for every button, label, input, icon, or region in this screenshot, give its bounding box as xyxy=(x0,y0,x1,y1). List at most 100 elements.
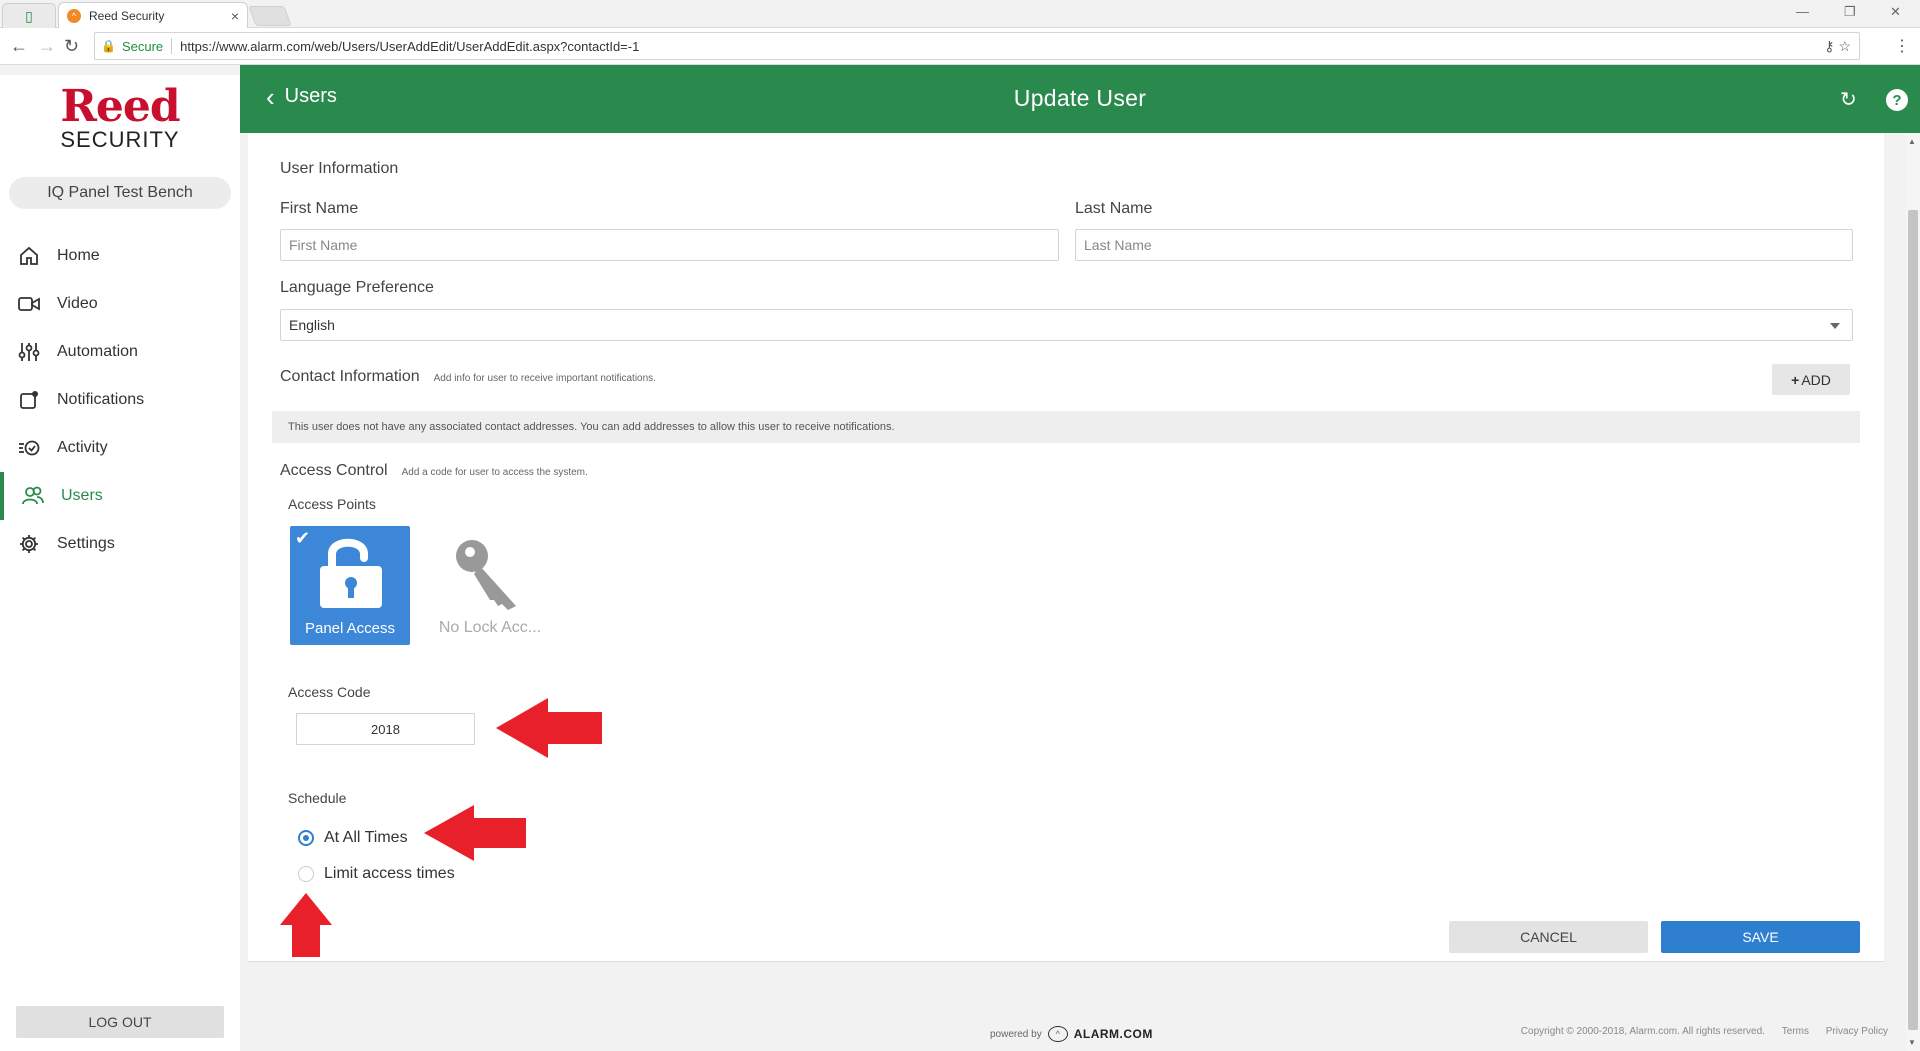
address-bar: ← → ↻ 🔒 Secure https://www.alarm.com/web… xyxy=(0,28,1920,65)
sidebar-item-activity[interactable]: Activity xyxy=(0,424,240,472)
access-code-field[interactable]: 2018 xyxy=(296,713,475,745)
language-label: Language Preference xyxy=(280,279,434,296)
privacy-link[interactable]: Privacy Policy xyxy=(1826,1026,1888,1037)
contact-subtitle: Add info for user to receive important n… xyxy=(433,373,656,384)
last-name-label: Last Name xyxy=(1075,200,1153,217)
browser-menu-icon[interactable]: ⋮ xyxy=(1894,36,1910,56)
scroll-up-icon[interactable]: ▲ xyxy=(1908,137,1916,146)
schedule-option-limit[interactable]: Limit access times xyxy=(298,865,455,883)
notifications-icon xyxy=(17,388,41,412)
forward-arrow-icon[interactable]: → xyxy=(38,36,56,57)
contact-title-text: Contact Information xyxy=(280,368,420,385)
users-icon xyxy=(21,484,45,508)
page-header: ‹ Users Update User ↻ ? xyxy=(240,65,1920,133)
schedule-option-label: At All Times xyxy=(324,829,408,846)
sidebar-item-label: Activity xyxy=(57,439,108,456)
url-text: https://www.alarm.com/web/Users/UserAddE… xyxy=(180,38,640,54)
browser-tab[interactable]: ^ Reed Security × xyxy=(58,2,248,28)
language-select[interactable]: English xyxy=(280,309,1853,341)
alarm-brand-text: ALARM.COM xyxy=(1073,1027,1153,1041)
radio-selected[interactable] xyxy=(298,830,314,846)
key-icon[interactable]: ⚷ ☆ xyxy=(1824,38,1851,55)
sidebar-item-settings[interactable]: Settings xyxy=(0,520,240,568)
annotation-arrow-up-icon xyxy=(280,893,332,957)
add-contact-button[interactable]: + ADD xyxy=(1772,364,1850,395)
activity-icon xyxy=(17,436,41,460)
contact-info-title: Contact Information Add info for user to … xyxy=(280,368,656,386)
sidebar-item-home[interactable]: Home xyxy=(0,232,240,280)
page-title: Update User xyxy=(1013,85,1147,111)
logo-security-text: SECURITY xyxy=(60,127,180,152)
contact-notice: This user does not have any associated c… xyxy=(272,411,1860,443)
add-label: ADD xyxy=(1801,371,1831,388)
footer-legal: Copyright © 2000-2018, Alarm.com. All ri… xyxy=(1521,1026,1888,1037)
alarm-logo-icon: ^ xyxy=(1047,1026,1068,1042)
app-tab-icon[interactable]: ▯ xyxy=(2,3,56,28)
reed-security-logo[interactable]: Reed SECURITY xyxy=(52,85,188,151)
save-button[interactable]: SAVE xyxy=(1661,921,1860,953)
plus-icon: + xyxy=(1791,371,1800,388)
new-tab-button[interactable] xyxy=(248,6,292,26)
annotation-arrow-left-icon xyxy=(496,698,602,758)
sidebar-item-notifications[interactable]: Notifications xyxy=(0,376,240,424)
minimize-icon[interactable]: — xyxy=(1796,4,1809,19)
refresh-icon[interactable]: ↻ xyxy=(1840,87,1857,112)
first-name-label: First Name xyxy=(280,200,359,217)
language-value: English xyxy=(289,317,335,333)
lock-icon: 🔒 xyxy=(101,39,116,53)
video-icon xyxy=(17,292,41,316)
window-close-icon[interactable]: ✕ xyxy=(1890,4,1901,20)
restore-icon[interactable]: ❐ xyxy=(1844,4,1856,20)
sidebar-item-label: Home xyxy=(57,247,100,264)
schedule-option-all-times[interactable]: At All Times xyxy=(298,829,408,847)
reload-icon[interactable]: ↻ xyxy=(64,36,79,57)
scroll-down-icon[interactable]: ▼ xyxy=(1908,1038,1916,1047)
first-name-field[interactable]: First Name xyxy=(280,229,1059,261)
logout-button[interactable]: LOG OUT xyxy=(16,1006,224,1038)
panel-selector[interactable]: IQ Panel Test Bench xyxy=(9,177,231,209)
sidebar: Reed SECURITY IQ Panel Test Bench Home V… xyxy=(0,75,240,1051)
home-icon xyxy=(17,244,41,268)
schedule-label: Schedule xyxy=(288,790,347,806)
access-control-title: Access Control Add a code for user to acc… xyxy=(280,462,588,480)
powered-by-text: powered by xyxy=(990,1028,1042,1040)
divider xyxy=(171,38,173,54)
user-info-title: User Information xyxy=(280,160,399,177)
sidebar-item-users[interactable]: Users xyxy=(0,472,240,520)
no-lock-access-label: No Lock Acc... xyxy=(438,619,542,636)
secure-label: Secure xyxy=(121,38,164,54)
access-code-label: Access Code xyxy=(288,684,371,700)
sidebar-item-label: Users xyxy=(61,487,103,504)
automation-icon xyxy=(17,340,41,364)
terms-link[interactable]: Terms xyxy=(1782,1026,1809,1037)
last-name-field[interactable]: Last Name xyxy=(1075,229,1853,261)
back-arrow-icon[interactable]: ← xyxy=(10,36,28,57)
key-icon xyxy=(456,540,516,610)
no-lock-access-tile[interactable]: No Lock Acc... xyxy=(430,526,550,645)
cancel-button[interactable]: CANCEL xyxy=(1449,921,1648,953)
sidebar-item-label: Video xyxy=(57,295,98,312)
reed-favicon-icon: ^ xyxy=(67,8,81,23)
sidebar-item-label: Settings xyxy=(57,535,115,552)
help-icon[interactable]: ? xyxy=(1886,89,1908,111)
copyright-text: Copyright © 2000-2018, Alarm.com. All ri… xyxy=(1520,1026,1765,1037)
check-icon: ✔ xyxy=(295,528,311,548)
access-points-label: Access Points xyxy=(288,496,376,512)
unlock-icon xyxy=(320,538,382,608)
tab-title: Reed Security xyxy=(89,8,165,23)
url-input[interactable]: 🔒 Secure https://www.alarm.com/web/Users… xyxy=(94,32,1860,60)
tab-close-icon[interactable]: × xyxy=(231,8,239,24)
access-title-text: Access Control xyxy=(280,462,388,479)
chevron-down-icon xyxy=(1830,323,1840,329)
access-subtitle: Add a code for user to access the system… xyxy=(401,467,588,478)
radio-unselected[interactable] xyxy=(298,866,314,882)
sidebar-item-automation[interactable]: Automation xyxy=(0,328,240,376)
logo-reed-text: Reed xyxy=(60,81,180,132)
panel-access-tile[interactable]: ✔ Panel Access xyxy=(290,526,410,645)
sidebar-item-video[interactable]: Video xyxy=(0,280,240,328)
scrollbar-thumb[interactable] xyxy=(1908,210,1918,1030)
gear-icon xyxy=(17,532,41,556)
sidebar-item-label: Notifications xyxy=(57,391,145,408)
powered-by: powered by ^ ALARM.COM xyxy=(990,1026,1153,1042)
sidebar-nav: Home Video Automation Notifications Acti… xyxy=(0,232,240,568)
